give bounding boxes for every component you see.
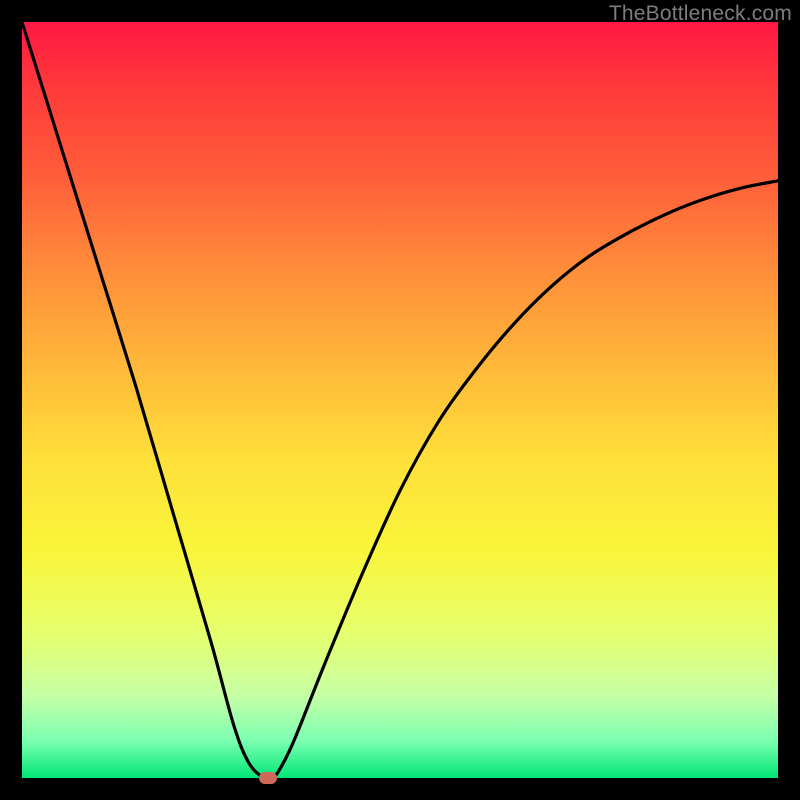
watermark-text: TheBottleneck.com bbox=[609, 2, 792, 26]
chart-frame: TheBottleneck.com bbox=[0, 0, 800, 800]
plot-area bbox=[22, 22, 778, 778]
min-marker bbox=[259, 772, 277, 784]
bottleneck-curve bbox=[22, 22, 778, 778]
curve-path bbox=[22, 22, 778, 779]
